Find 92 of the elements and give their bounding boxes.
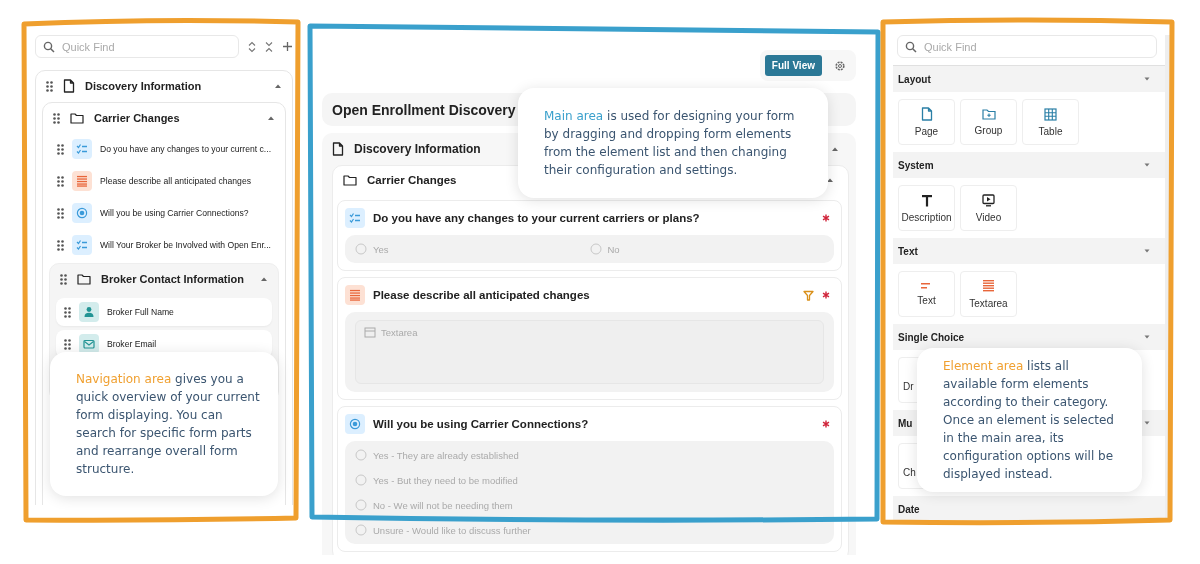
dropdown-caret-icon[interactable]: [1143, 76, 1151, 82]
collapse-caret-icon[interactable]: [267, 115, 275, 121]
tree-item[interactable]: Broker Full Name: [56, 298, 272, 326]
collapse-caret-icon[interactable]: [826, 177, 834, 183]
drag-handle-icon[interactable]: [53, 112, 60, 124]
search-field[interactable]: Quick Find: [35, 35, 239, 58]
tree-node-label[interactable]: Broker Contact Information: [101, 273, 250, 285]
drag-handle-icon[interactable]: [57, 239, 64, 251]
page-title: Discovery Information: [354, 142, 481, 156]
option-label: Yes - They are already established: [373, 449, 519, 461]
question-card[interactable]: Please describe all anticipated changes Textarea: [337, 277, 842, 400]
dropdown-caret-icon[interactable]: [1143, 248, 1151, 254]
tree-item[interactable]: Do you have any changes to your current c...: [49, 133, 279, 165]
question-title: Will you be using Carrier Connections?: [373, 418, 590, 430]
callout-text: Element area lists all available form elements according to their category. Once an element is selected in the main area, its configuration options will be displayed instead.: [943, 358, 1115, 483]
option-label: No - We will not be needing them: [373, 499, 513, 511]
dropdown-caret-icon[interactable]: [1143, 162, 1151, 168]
search-field[interactable]: Quick Find: [897, 35, 1157, 58]
radio-circle-icon[interactable]: [355, 243, 367, 255]
radio-circle-icon[interactable]: [355, 524, 367, 536]
tree-item[interactable]: Will Your Broker be Involved with Open Enr...: [49, 229, 279, 261]
tree-item[interactable]: Please describe all anticipated changes: [49, 165, 279, 197]
radio-circle-icon[interactable]: [589, 243, 602, 255]
checklist-icon: [345, 208, 365, 228]
category-header[interactable]: Layout: [893, 66, 1165, 92]
question-card[interactable]: Do you have any changes to your current carriers or plans? Yes No: [337, 200, 842, 271]
sort-icon[interactable]: [248, 40, 256, 53]
envelope-icon: [79, 334, 99, 354]
drag-handle-icon[interactable]: [57, 175, 64, 187]
drag-handle-icon[interactable]: [64, 338, 71, 350]
checklist-icon: [72, 235, 92, 255]
textarea-icon: [364, 327, 376, 338]
folder-plus-icon: [981, 108, 996, 120]
plus-icon[interactable]: [282, 41, 293, 52]
callout-text: Navigation area gives you a quick overview of your current form displaying. You can search for specific form parts and rearrange overall form structure.: [76, 371, 260, 478]
dropdown-caret-icon[interactable]: [1143, 420, 1151, 426]
drag-handle-icon[interactable]: [57, 143, 64, 155]
radio-icon: [72, 203, 92, 223]
video-icon: [982, 193, 995, 207]
collapse-all-icon[interactable]: [265, 40, 273, 53]
option-label: No: [607, 243, 620, 255]
checklist-icon: [72, 139, 92, 159]
radio-icon: [345, 414, 365, 434]
collapse-caret-icon[interactable]: [831, 146, 839, 152]
element-tile[interactable]: Video: [960, 185, 1017, 231]
folder-icon: [77, 273, 91, 285]
element-tile[interactable]: Textarea: [960, 271, 1017, 317]
person-icon: [79, 302, 99, 322]
tree-item[interactable]: Will you be using Carrier Connections?: [49, 197, 279, 229]
category-header[interactable]: Text: [893, 238, 1165, 264]
search-icon: [905, 41, 917, 53]
category-header[interactable]: System: [893, 152, 1165, 178]
document-icon: [332, 142, 344, 156]
dropdown-caret-icon[interactable]: [1143, 334, 1151, 340]
radio-circle-icon[interactable]: [355, 449, 367, 461]
collapse-caret-icon[interactable]: [274, 83, 282, 89]
question-title: Do you have any changes to your current carriers or plans?: [373, 212, 701, 224]
question-card[interactable]: Will you be using Carrier Connections? Yes - They are already established Yes - But they need to be modified No - We will not be needing them Unsure - Would like to discuss further: [337, 406, 842, 552]
tree-node-label[interactable]: Discovery Information: [85, 80, 264, 92]
document-icon: [63, 79, 75, 93]
question-title: Please describe all anticipated changes: [373, 289, 591, 301]
folder-icon: [70, 112, 84, 124]
radio-circle-icon[interactable]: [355, 474, 367, 486]
group-title: Carrier Changes: [367, 174, 457, 186]
element-tile[interactable]: Table: [1022, 99, 1079, 145]
lines-icon: [345, 285, 365, 305]
drag-handle-icon[interactable]: [64, 306, 71, 318]
tree-node-label[interactable]: Carrier Changes: [94, 112, 257, 124]
folder-icon: [343, 174, 357, 186]
element-tile[interactable]: Text: [898, 271, 955, 317]
option-label: Yes - But they need to be modified: [373, 474, 518, 486]
search-icon: [43, 41, 55, 53]
full-view-button[interactable]: Full View: [764, 55, 822, 76]
drag-handle-icon[interactable]: [60, 273, 67, 285]
short-lines-icon: [920, 282, 933, 290]
settings-icon[interactable]: [834, 59, 846, 72]
collapse-caret-icon[interactable]: [260, 276, 268, 282]
lines-icon: [72, 171, 92, 191]
category-header[interactable]: Single Choice: [893, 324, 1165, 350]
element-tile[interactable]: Description: [898, 185, 955, 231]
element-tile[interactable]: Page: [898, 99, 955, 145]
grid-icon: [1044, 107, 1057, 121]
category-header[interactable]: Date: [893, 496, 1165, 522]
drag-handle-icon[interactable]: [46, 80, 53, 92]
t-shape-icon: [920, 193, 933, 207]
option-label: Yes: [373, 243, 389, 255]
option-label: Unsure - Would like to discuss further: [373, 524, 531, 536]
document-icon: [920, 107, 933, 121]
lines-icon: [982, 279, 995, 293]
radio-circle-icon[interactable]: [355, 499, 367, 511]
drag-handle-icon[interactable]: [57, 207, 64, 219]
element-tile[interactable]: Group: [960, 99, 1017, 145]
